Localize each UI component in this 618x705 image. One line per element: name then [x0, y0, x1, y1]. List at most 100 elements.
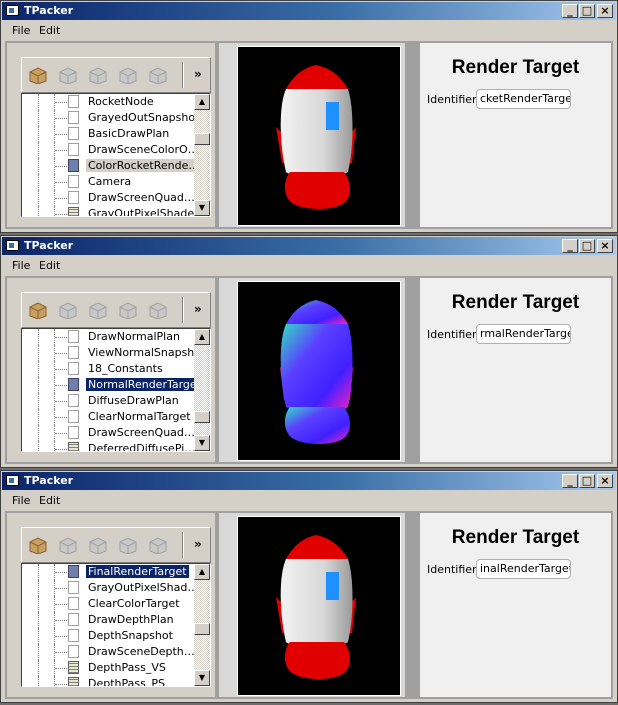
scroll-thumb[interactable] — [194, 411, 210, 423]
identifier-field[interactable]: rmalRenderTarget — [476, 324, 571, 344]
tree-item[interactable]: DepthPass_VS — [22, 660, 192, 676]
tree-item[interactable]: 18_Constants — [22, 361, 192, 377]
package-icon[interactable] — [28, 301, 48, 320]
window-title: TPacker — [24, 239, 74, 252]
close-button[interactable]: × — [597, 474, 613, 488]
package-icon[interactable] — [28, 66, 48, 85]
tree-item[interactable]: GrayOutPixelShader — [22, 206, 199, 216]
menu-bar: File Edit — [2, 491, 616, 509]
close-button[interactable]: × — [597, 4, 613, 18]
maximize-button[interactable]: □ — [579, 474, 595, 488]
disabled-tool-icon[interactable] — [118, 301, 138, 320]
tree-item[interactable]: DrawDepthPlan — [22, 612, 192, 628]
scroll-up-button[interactable]: ▲ — [194, 94, 210, 110]
maximize-button[interactable]: □ — [579, 239, 595, 253]
tree-item[interactable]: DrawSceneColorO… — [22, 142, 199, 158]
disabled-tool-icon[interactable] — [148, 301, 168, 320]
toolbar-overflow-button[interactable]: » — [194, 302, 202, 316]
render-preview[interactable] — [237, 46, 401, 226]
tree-item[interactable]: ViewNormalSnapshot — [22, 345, 205, 361]
close-button[interactable]: × — [597, 239, 613, 253]
minimize-button[interactable]: _ — [562, 239, 578, 253]
tree-scrollbar[interactable]: ▲ ▼ — [194, 329, 210, 451]
maximize-button[interactable]: □ — [579, 4, 595, 18]
tree-item[interactable]: DiffuseDrawPlan — [22, 393, 192, 409]
package-icon[interactable] — [28, 536, 48, 555]
scene-tree[interactable]: RocketNode GrayedOutSnapshot BasicDrawPl… — [21, 93, 211, 217]
disabled-tool-icon[interactable] — [58, 66, 78, 85]
scroll-thumb[interactable] — [194, 133, 210, 145]
minimize-button[interactable]: _ — [562, 4, 578, 18]
tree-item[interactable]: DrawSceneDepth… — [22, 644, 195, 660]
tree-item[interactable]: BasicDrawPlan — [22, 126, 192, 142]
scroll-down-button[interactable]: ▼ — [194, 200, 210, 216]
tree-item-label: DepthSnapshot — [88, 629, 173, 642]
scroll-down-button[interactable]: ▼ — [194, 670, 210, 686]
toolbar-overflow-button[interactable]: » — [194, 537, 202, 551]
tree-item[interactable]: DeferredDiffusePi… — [22, 441, 195, 451]
tree-item[interactable]: DrawScreenQuad… — [22, 190, 195, 206]
tree-item[interactable]: GrayedOutSnapshot — [22, 110, 199, 126]
tree-item-label: DrawNormalPlan — [88, 330, 180, 343]
tree-scrollbar[interactable]: ▲ ▼ — [194, 94, 210, 216]
tree-item-label: GrayOutPixelShader — [88, 207, 199, 217]
scene-tree-panel: » FinalRenderTarget GrayOutPixelShad… Cl… — [7, 513, 215, 697]
tree-item-label: DrawScreenQuad… — [88, 191, 195, 204]
tree-item-label: DiffuseDrawPlan — [88, 394, 179, 407]
tree-item-label: GrayedOutSnapshot — [88, 111, 200, 124]
disabled-tool-icon[interactable] — [118, 66, 138, 85]
scroll-up-button[interactable]: ▲ — [194, 329, 210, 345]
tree-item[interactable]: DrawScreenQuad… — [22, 425, 195, 441]
disabled-tool-icon[interactable] — [148, 66, 168, 85]
disabled-tool-icon[interactable] — [58, 536, 78, 555]
disabled-tool-icon[interactable] — [88, 301, 108, 320]
menu-file[interactable]: File — [12, 494, 30, 507]
tree-item[interactable]: GrayOutPixelShad… — [22, 580, 198, 596]
tree-item[interactable]: DrawNormalPlan — [22, 329, 192, 345]
menu-file[interactable]: File — [12, 259, 30, 272]
tree-item-label: ColorRocketRende… — [86, 159, 202, 172]
scroll-up-button[interactable]: ▲ — [194, 564, 210, 580]
minimize-button[interactable]: _ — [562, 474, 578, 488]
scene-tree[interactable]: DrawNormalPlan ViewNormalSnapshot 18_Con… — [21, 328, 211, 452]
tree-scrollbar[interactable]: ▲ ▼ — [194, 564, 210, 686]
identifier-label: Identifier — [427, 93, 477, 106]
tree-item[interactable]: ClearColorTarget — [22, 596, 192, 612]
panel-title: Render Target — [451, 57, 580, 78]
tree-item[interactable]: DepthSnapshot — [22, 628, 192, 644]
menu-edit[interactable]: Edit — [39, 494, 60, 507]
render-target-icon — [68, 159, 79, 172]
identifier-label: Identifier — [427, 563, 477, 576]
toolbar-overflow-button[interactable]: » — [194, 67, 202, 81]
identifier-field[interactable]: inalRenderTarget — [476, 559, 571, 579]
tree-item-label: ClearColorTarget — [88, 597, 180, 610]
disabled-tool-icon[interactable] — [148, 536, 168, 555]
tree-item[interactable]: ColorRocketRende… — [22, 158, 202, 174]
title-bar[interactable]: TPacker _ □ × — [2, 237, 616, 255]
scroll-thumb[interactable] — [194, 623, 210, 635]
scroll-down-button[interactable]: ▼ — [194, 435, 210, 451]
tree-item[interactable]: FinalRenderTarget — [22, 564, 192, 580]
menu-edit[interactable]: Edit — [39, 24, 60, 37]
render-preview[interactable] — [237, 281, 401, 461]
disabled-tool-icon[interactable] — [88, 536, 108, 555]
tree-item[interactable]: RocketNode — [22, 94, 192, 110]
tree-item[interactable]: Camera — [22, 174, 192, 190]
panel-title: Render Target — [451, 527, 580, 548]
app-icon — [6, 5, 19, 16]
menu-edit[interactable]: Edit — [39, 259, 60, 272]
title-bar[interactable]: TPacker _ □ × — [2, 472, 616, 490]
tree-item[interactable]: NormalRenderTarget — [22, 377, 203, 393]
tree-item[interactable]: ClearNormalTarget — [22, 409, 192, 425]
disabled-tool-icon[interactable] — [88, 66, 108, 85]
title-bar[interactable]: TPacker _ □ × — [2, 2, 616, 20]
menu-file[interactable]: File — [12, 24, 30, 37]
identifier-field[interactable]: cketRenderTarget — [476, 89, 571, 109]
disabled-tool-icon[interactable] — [118, 536, 138, 555]
render-preview[interactable] — [237, 516, 401, 696]
disabled-tool-icon[interactable] — [58, 301, 78, 320]
scene-tree[interactable]: FinalRenderTarget GrayOutPixelShad… Clea… — [21, 563, 211, 687]
app-icon — [6, 240, 19, 251]
tree-item-label: BasicDrawPlan — [88, 127, 170, 140]
tree-item[interactable]: DepthPass_PS — [22, 676, 192, 686]
